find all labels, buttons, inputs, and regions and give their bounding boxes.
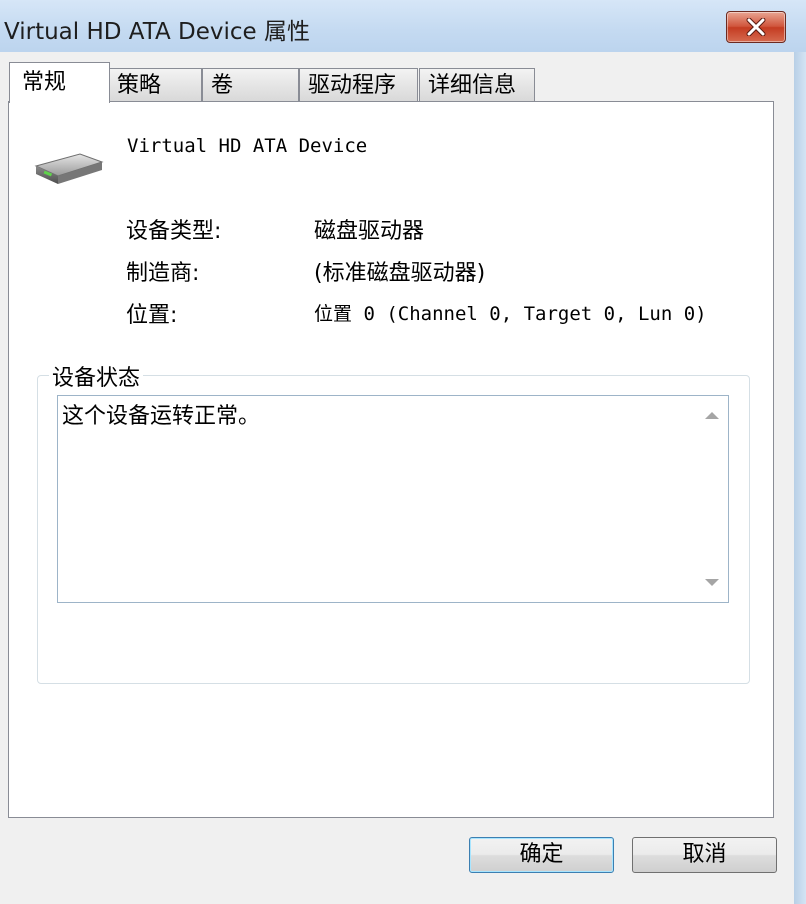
tab-general[interactable]: 常规 [9,62,110,103]
tab-label: 策略 [117,73,162,98]
tab-label: 卷 [211,73,234,98]
scroll-up-arrow-icon[interactable] [705,412,719,419]
device-status-textbox[interactable]: 这个设备运转正常。 [57,395,729,603]
scroll-down-arrow-icon[interactable] [705,579,719,586]
device-type-value: 磁盘驱动器 [314,219,425,244]
location-label: 位置: [126,303,178,328]
close-button[interactable] [726,11,786,43]
manufacturer-label: 制造商: [126,261,200,286]
tab-policies[interactable]: 策略 [108,68,202,102]
location-value: 位置 0 (Channel 0, Target 0, Lun 0) [314,303,707,325]
tab-driver[interactable]: 驱动程序 [299,68,418,102]
close-icon [746,18,766,36]
hard-disk-icon [34,153,104,184]
tab-label: 详细信息 [428,73,517,98]
window-title: Virtual HD ATA Device 属性 [4,19,311,45]
device-type-label: 设备类型: [126,219,222,244]
ok-button[interactable]: 确定 [469,837,614,873]
device-name: Virtual HD ATA Device [127,135,368,157]
device-status-title: 设备状态 [49,360,144,392]
tab-label: 驱动程序 [308,73,397,98]
device-status-text: 这个设备运转正常。 [62,404,261,429]
title-bar: Virtual HD ATA Device 属性 [0,0,806,52]
manufacturer-value: (标准磁盘驱动器) [314,261,486,286]
tab-volumes[interactable]: 卷 [202,68,299,102]
status-scrollbar[interactable] [696,396,728,602]
window-frame-edge [794,52,806,904]
tab-label: 常规 [22,70,67,95]
cancel-button[interactable]: 取消 [632,837,777,873]
tab-details[interactable]: 详细信息 [419,68,535,102]
